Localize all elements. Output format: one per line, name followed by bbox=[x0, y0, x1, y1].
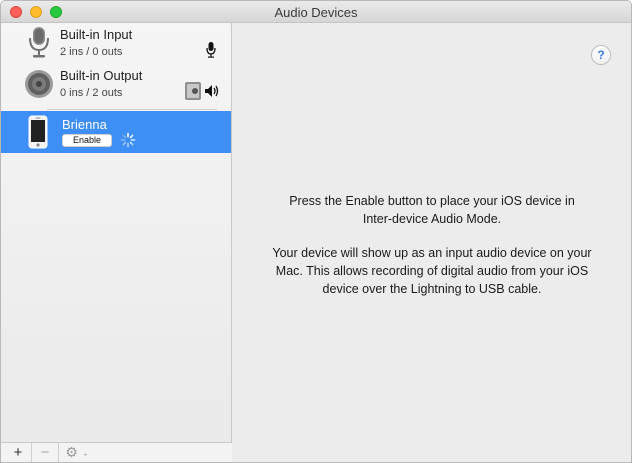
device-info-line-2: Mac. This allows recording of digital au… bbox=[275, 264, 589, 278]
device-io: 0 ins / 2 outs bbox=[60, 87, 123, 99]
audio-devices-window: Audio Devices Built-in Input 2 ins / 0 o… bbox=[0, 0, 632, 463]
device-info-line-3: device over the Lightning to USB cable. bbox=[322, 282, 542, 296]
device-list: Built-in Input 2 ins / 0 outs Built-in O… bbox=[1, 23, 232, 462]
microphone-icon bbox=[206, 42, 216, 58]
sidebar-toolbar: + − ⚙ ⌄ bbox=[1, 442, 232, 462]
device-name: Brienna bbox=[62, 117, 107, 132]
device-io: 2 ins / 0 outs bbox=[60, 46, 123, 58]
help-button[interactable]: ? bbox=[591, 45, 611, 65]
finder-icon bbox=[185, 82, 201, 100]
enable-instruction-line-2: Inter-device Audio Mode. bbox=[362, 212, 502, 226]
enable-instruction-line-1: Press the Enable button to place your iO… bbox=[289, 194, 575, 208]
iphone-icon bbox=[28, 115, 48, 149]
speaker-icon bbox=[25, 70, 53, 98]
speaker-volume-icon bbox=[205, 85, 219, 97]
microphone-icon bbox=[29, 27, 49, 58]
device-info-line-1: Your device will show up as an input aud… bbox=[272, 246, 592, 260]
device-separator bbox=[47, 109, 217, 110]
chevron-down-icon: ⌄ bbox=[82, 448, 89, 458]
device-name: Built-in Input bbox=[60, 27, 133, 42]
device-brienna[interactable]: Brienna Enable bbox=[1, 111, 231, 153]
enable-button[interactable]: Enable bbox=[62, 134, 112, 147]
device-built-in-output[interactable]: Built-in Output 0 ins / 2 outs bbox=[1, 64, 231, 105]
title-bar: Audio Devices bbox=[1, 1, 631, 23]
gear-icon: ⚙ bbox=[65, 444, 78, 460]
device-name: Built-in Output bbox=[60, 68, 143, 83]
add-device-button[interactable]: + bbox=[5, 443, 32, 462]
device-built-in-input[interactable]: Built-in Input 2 ins / 0 outs bbox=[1, 23, 231, 64]
device-detail-panel: ? Press the Enable button to place your … bbox=[232, 23, 631, 462]
loading-spinner-icon bbox=[120, 132, 136, 148]
remove-device-button[interactable]: − bbox=[32, 443, 59, 462]
window-title: Audio Devices bbox=[274, 5, 358, 20]
gear-menu-button[interactable]: ⚙ ⌄ bbox=[59, 443, 95, 462]
